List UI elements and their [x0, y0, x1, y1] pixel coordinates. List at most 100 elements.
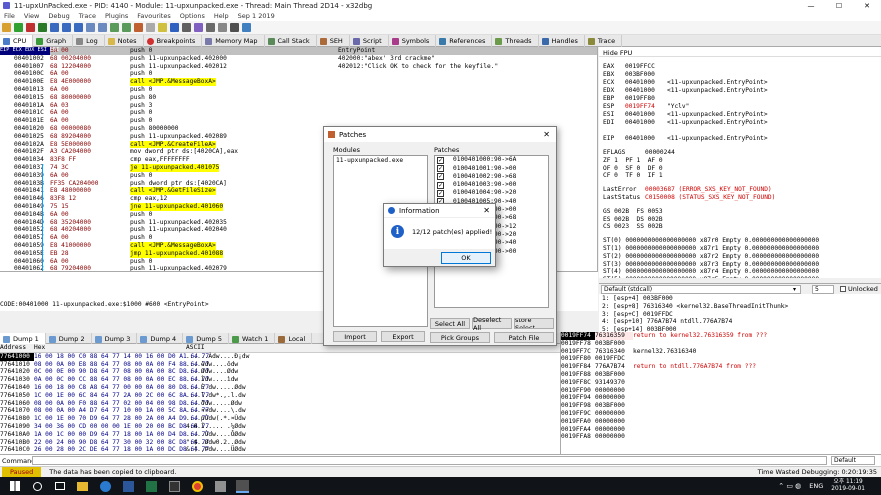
- dump-row[interactable]: 77641030 0A 00 0C 00 CC 88 64 77 08 00 0A…: [0, 376, 560, 384]
- stack-arg-row[interactable]: 1: [esp+4] 003BF000: [602, 295, 878, 303]
- trace-into-icon[interactable]: [86, 23, 95, 32]
- explorer-taskbar-icon[interactable]: [77, 481, 88, 491]
- flags-row[interactable]: ZF 1 PF 1 AF 0: [603, 157, 877, 165]
- patch-checkbox[interactable]: ✓: [437, 173, 444, 181]
- menu-view[interactable]: View: [24, 12, 39, 20]
- patch-checkbox[interactable]: ✓: [437, 156, 444, 164]
- stack-row[interactable]: 0019FFA8 00000000: [561, 433, 881, 441]
- tab-references[interactable]: References: [436, 35, 493, 47]
- patch-item[interactable]: ✓ 0100401003:90->00: [435, 181, 548, 189]
- unlocked-checkbox[interactable]: [840, 286, 847, 292]
- patch-checkbox[interactable]: ✓: [437, 164, 444, 172]
- menu-plugins[interactable]: Plugins: [105, 12, 128, 20]
- register-row[interactable]: EDI 00401000 <11-upxunpacked.EntryPoint>: [603, 119, 877, 127]
- disasm-row[interactable]: 0040101C 6A 00 push 0: [0, 109, 597, 117]
- patches-close-button[interactable]: ✕: [543, 130, 550, 139]
- maximize-button[interactable]: ☐: [825, 2, 853, 10]
- register-row[interactable]: EBX 003BF000: [603, 71, 877, 79]
- stack-arg-row[interactable]: 4: [esp+10] 776A7B74 ntdll.776A7B74: [602, 318, 878, 326]
- dump-row[interactable]: 77641020 0C 00 0E 00 90 D8 64 77 08 00 0A…: [0, 368, 560, 376]
- import-button[interactable]: Import: [333, 331, 377, 342]
- select-all-button[interactable]: Select All: [430, 318, 470, 329]
- segment-row[interactable]: ES 002B DS 002B: [603, 216, 877, 224]
- close-icon[interactable]: [26, 23, 35, 32]
- tab-handles[interactable]: Handles: [539, 35, 585, 47]
- function-icon[interactable]: [182, 23, 191, 32]
- stack-row[interactable]: 0019FF74 76316359 return to kernel32.76316…: [561, 332, 881, 340]
- module-item[interactable]: 11-upxunpacked.exe: [334, 156, 427, 166]
- command-mode-select[interactable]: Default: [831, 456, 875, 465]
- flags-row[interactable]: CF 0 TF 0 IF 1: [603, 172, 877, 180]
- tab-threads[interactable]: Threads: [492, 35, 539, 47]
- menu-favourites[interactable]: Favourites: [137, 12, 170, 20]
- patch-file-button[interactable]: Patch File: [494, 332, 554, 343]
- register-row[interactable]: ESI 00401000 <11-upxunpacked.EntryPoint>: [603, 111, 877, 119]
- help-icon[interactable]: [242, 23, 251, 32]
- stack-row[interactable]: 0019FF98 003BF000: [561, 402, 881, 410]
- register-row[interactable]: EBP 0019FF80: [603, 95, 877, 103]
- run-icon[interactable]: [38, 23, 47, 32]
- windows-start-icon[interactable]: [10, 481, 20, 491]
- terminal-taskbar-icon[interactable]: [169, 480, 180, 492]
- patch-item[interactable]: ✓ 0100401002:90->68: [435, 173, 548, 181]
- step-over-icon[interactable]: [74, 23, 83, 32]
- hex-dump-view[interactable]: Address Hex ASCII 77641000 16 00 18 00 C0…: [0, 344, 560, 454]
- fpu-row[interactable]: ST(2) 0000000000000000000 x87r2 Empty 0.…: [603, 253, 877, 261]
- register-row[interactable]: EAX 0019FFCC: [603, 63, 877, 71]
- dump-row[interactable]: 77641010 08 00 0A 00 E8 88 64 77 08 00 0A…: [0, 361, 560, 369]
- fpu-row[interactable]: ST(3) 0000000000000000000 x87r3 Empty 0.…: [603, 261, 877, 269]
- tab-graph[interactable]: Graph: [33, 35, 74, 47]
- tab-trace[interactable]: Trace: [585, 35, 623, 47]
- ida-taskbar-icon[interactable]: [215, 480, 226, 492]
- disasm-row[interactable]: 00401015 68 80000000 push 80: [0, 94, 597, 102]
- register-row[interactable]: ECX 00401000 <11-upxunpacked.EntryPoint>: [603, 79, 877, 87]
- stack-view[interactable]: 0019FF74 76316359 return to kernel32.76316…: [560, 332, 881, 454]
- dump-row[interactable]: 776410A0 1A 00 1C 00 00 D9 64 77 18 00 1A…: [0, 431, 560, 439]
- trace-over-icon[interactable]: [98, 23, 107, 32]
- stack-row[interactable]: 0019FF80 0019FFDC: [561, 355, 881, 363]
- stack-row[interactable]: 0019FF94 00000000: [561, 394, 881, 402]
- close-button[interactable]: ✕: [853, 2, 881, 10]
- excel-taskbar-icon[interactable]: [146, 480, 157, 492]
- stack-row[interactable]: 0019FF88 003BF000: [561, 371, 881, 379]
- menu-options[interactable]: Options: [180, 12, 205, 20]
- stack-row[interactable]: 0019FFA0 00000000: [561, 418, 881, 426]
- flags-row[interactable]: OF 0 SF 0 DF 0: [603, 165, 877, 173]
- tab-call-stack[interactable]: Call Stack: [265, 35, 317, 47]
- language-indicator[interactable]: ENG: [809, 482, 823, 490]
- disasm-row[interactable]: 0040100E E8 4E000000 call <JMP.&MessageBox…: [0, 78, 597, 86]
- task-view-icon[interactable]: [55, 482, 65, 490]
- dump-row[interactable]: 77641050 1C 00 1E 00 6C 84 64 77 2A 00 2C…: [0, 392, 560, 400]
- pick-groups-button[interactable]: Pick Groups: [430, 332, 490, 343]
- fpu-row[interactable]: ST(5) 0000000000000000000 x87r5 Empty 0.…: [603, 276, 877, 278]
- dump-row[interactable]: 77641000 16 00 18 00 C0 88 64 77 14 00 16…: [0, 352, 560, 361]
- register-row[interactable]: EDX 00401000 <11-upxunpacked.EntryPoint>: [603, 87, 877, 95]
- dump-row[interactable]: 77641070 08 00 0A 00 A4 D7 64 77 10 00 1A…: [0, 407, 560, 415]
- disasm-row[interactable]: 0040101A 6A 03 push 3: [0, 102, 597, 110]
- stack-row[interactable]: 0019FFA4 00000000: [561, 426, 881, 434]
- command-input[interactable]: [32, 456, 827, 465]
- deselect-all-button[interactable]: Deselect All: [472, 316, 512, 332]
- pause-icon[interactable]: [50, 23, 59, 32]
- clock[interactable]: 오후 11:19 2019-09-01: [831, 479, 865, 493]
- menu-help[interactable]: Help: [214, 12, 229, 20]
- dump-row[interactable]: 77641040 16 00 18 00 C8 A8 64 77 00 00 0A…: [0, 384, 560, 392]
- dump-row[interactable]: 776410B0 22 00 24 00 90 D8 64 77 30 00 32…: [0, 439, 560, 447]
- comment-icon[interactable]: [146, 23, 155, 32]
- open-icon[interactable]: [2, 23, 11, 32]
- patch-icon[interactable]: [134, 23, 143, 32]
- disasm-row[interactable]: 004010006A 00push 0EntryPoint: [0, 47, 597, 55]
- tab-cpu[interactable]: CPU: [0, 35, 34, 47]
- menu-file[interactable]: File: [4, 12, 15, 20]
- script-icon[interactable]: [194, 23, 203, 32]
- execute-till-return-icon[interactable]: [110, 23, 119, 32]
- hide-fpu-button[interactable]: Hide FPU: [599, 47, 881, 57]
- tab-log[interactable]: Log: [73, 35, 105, 47]
- menu-debug[interactable]: Debug: [48, 12, 69, 20]
- run-to-user-icon[interactable]: [122, 23, 131, 32]
- stack-arg-row[interactable]: 2: [esp+8] 76316340 <kernel32.BaseThread…: [602, 303, 878, 311]
- stack-row[interactable]: 0019FF7C 76316340 kernel32.76316340: [561, 348, 881, 356]
- export-button[interactable]: Export: [381, 331, 425, 342]
- tab-memory-map[interactable]: Memory Map: [202, 35, 265, 47]
- disasm-row[interactable]: 0040101E 6A 00 push 0: [0, 117, 597, 125]
